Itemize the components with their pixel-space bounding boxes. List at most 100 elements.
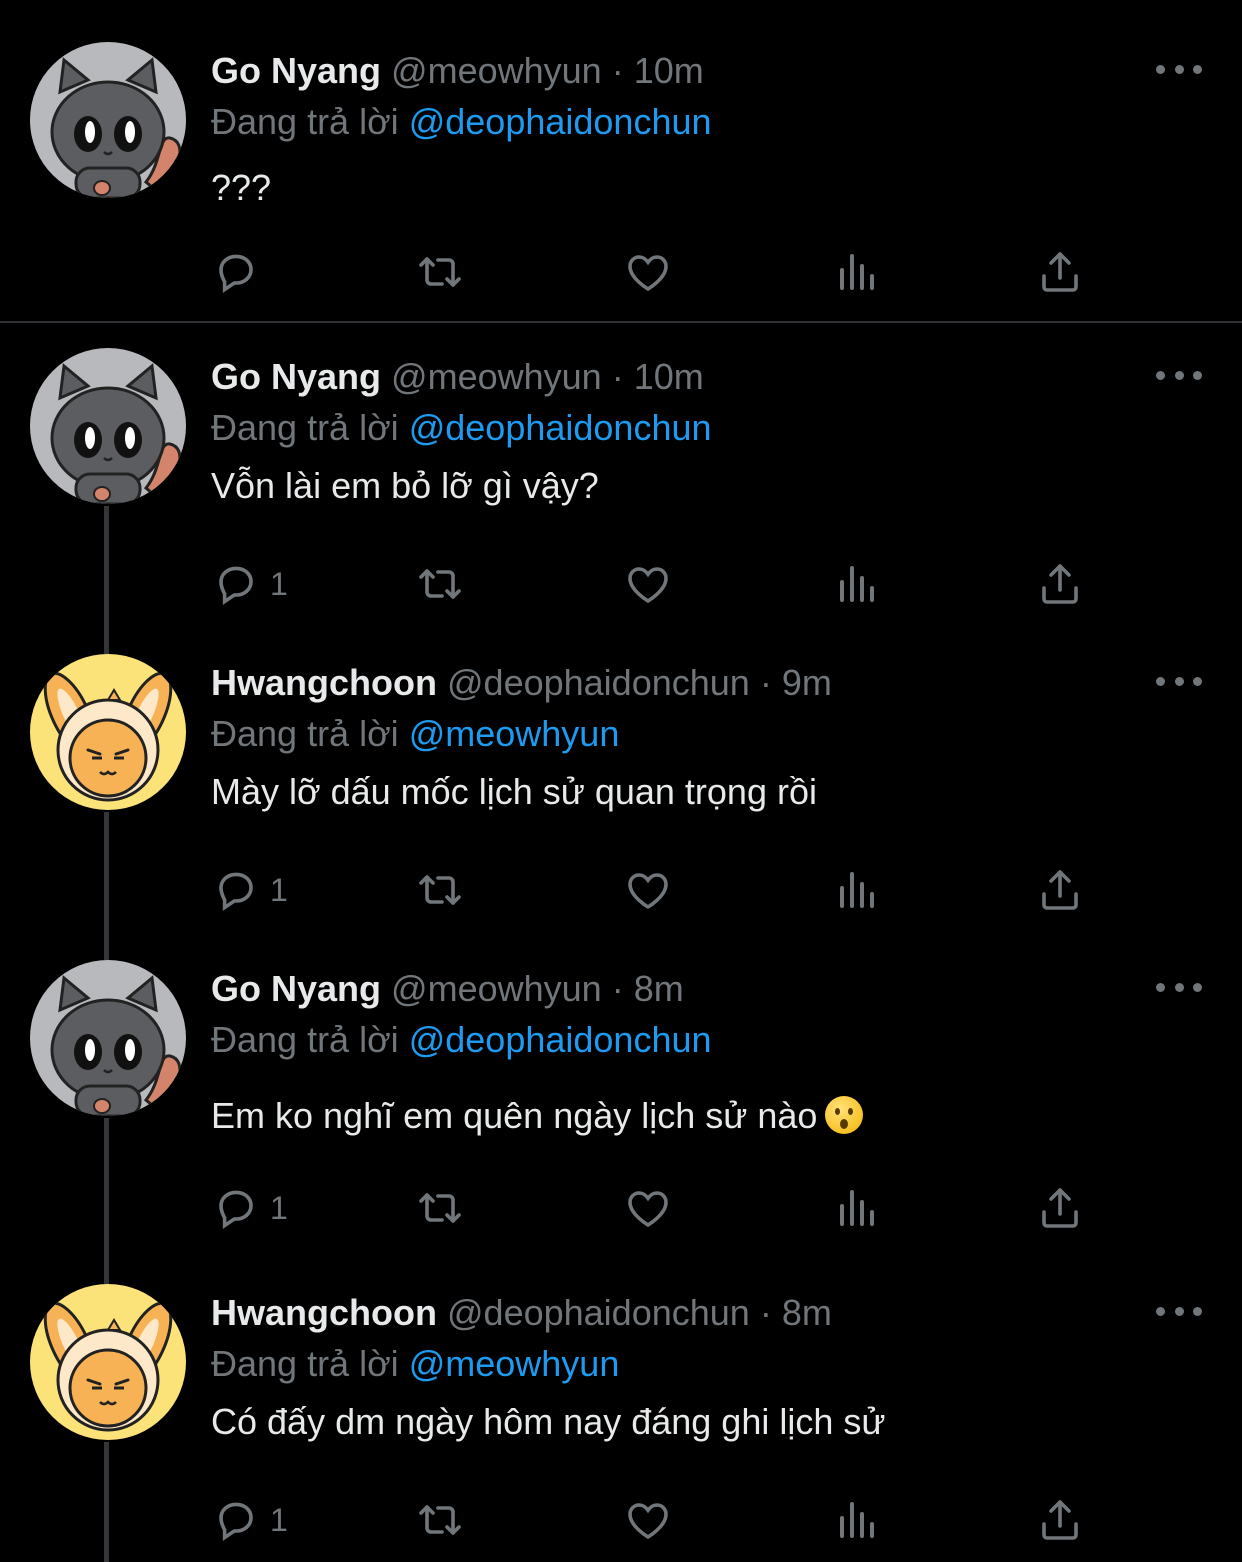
reply-button[interactable] xyxy=(212,248,270,296)
like-button[interactable] xyxy=(624,560,672,608)
replying-to-label: Đang trả lời xyxy=(211,407,399,448)
display-name[interactable]: Hwangchoon xyxy=(211,1292,437,1333)
replying-to-label: Đang trả lời xyxy=(211,1343,399,1384)
handle[interactable]: @meowhyun xyxy=(391,968,602,1009)
views-icon xyxy=(840,254,874,290)
more-icon[interactable] xyxy=(1156,365,1202,385)
display-name[interactable]: Go Nyang xyxy=(211,356,381,397)
views-button[interactable] xyxy=(832,1184,880,1232)
replying-to: Đang trả lời @meowhyun xyxy=(211,712,619,756)
more-icon[interactable] xyxy=(1156,1301,1202,1321)
mention-link[interactable]: @deophaidonchun xyxy=(409,101,712,142)
retweet-icon xyxy=(419,569,461,599)
handle[interactable]: @meowhyun xyxy=(391,356,602,397)
handle[interactable]: @deophaidonchun xyxy=(447,662,750,703)
replying-to: Đang trả lời @deophaidonchun xyxy=(211,1018,712,1062)
tweet-header: Go Nyang @meowhyun · 8m xyxy=(211,967,684,1011)
retweet-icon xyxy=(419,257,461,287)
timestamp[interactable]: 10m xyxy=(634,50,704,91)
timestamp[interactable]: 10m xyxy=(634,356,704,397)
retweet-button[interactable] xyxy=(416,1184,464,1232)
more-icon[interactable] xyxy=(1156,977,1202,997)
views-button[interactable] xyxy=(832,560,880,608)
tweet-header: Hwangchoon @deophaidonchun · 8m xyxy=(211,1291,832,1335)
reply-icon xyxy=(219,254,253,294)
thread-line xyxy=(104,812,109,960)
tweet-header: Go Nyang @meowhyun · 10m xyxy=(211,355,704,399)
avatar[interactable] xyxy=(30,348,186,504)
hushed-face-emoji-icon xyxy=(825,1096,864,1134)
handle[interactable]: @meowhyun xyxy=(391,50,602,91)
replying-to: Đang trả lời @deophaidonchun xyxy=(211,406,712,450)
retweet-icon xyxy=(419,1505,461,1535)
display-name[interactable]: Go Nyang xyxy=(211,968,381,1009)
views-icon xyxy=(840,566,874,602)
retweet-button[interactable] xyxy=(416,248,464,296)
views-button[interactable] xyxy=(832,866,880,914)
retweet-icon xyxy=(419,1193,461,1223)
avatar[interactable] xyxy=(30,1284,186,1440)
share-button[interactable] xyxy=(1036,1496,1084,1544)
avatar[interactable] xyxy=(30,654,186,810)
action-bar: 1 xyxy=(212,560,1092,608)
like-button[interactable] xyxy=(624,248,672,296)
tweet-text-content: Em ko nghĩ em quên ngày lịch sử nào xyxy=(211,1095,818,1136)
tweet-text-content: ??? xyxy=(211,167,272,208)
reply-count: 1 xyxy=(270,565,288,602)
like-button[interactable] xyxy=(624,1496,672,1544)
avatar[interactable] xyxy=(30,960,186,1116)
views-icon xyxy=(840,872,874,908)
tweet-text-content: Có đấy dm ngày hôm nay đáng ghi lịch sử xyxy=(211,1401,886,1442)
reply-count: 1 xyxy=(270,1189,288,1226)
like-icon xyxy=(628,1503,668,1540)
timestamp[interactable]: 8m xyxy=(782,1292,832,1333)
like-button[interactable] xyxy=(624,1184,672,1232)
more-icon[interactable] xyxy=(1156,59,1202,79)
reply-icon xyxy=(219,1190,253,1230)
reply-button[interactable]: 1 xyxy=(212,560,288,608)
timestamp[interactable]: 9m xyxy=(782,662,832,703)
views-icon xyxy=(840,1502,874,1538)
retweet-button[interactable] xyxy=(416,1496,464,1544)
share-button[interactable] xyxy=(1036,560,1084,608)
views-button[interactable] xyxy=(832,1496,880,1544)
tweet-text-content: Vỗn lài em bỏ lỡ gì vậy? xyxy=(211,465,599,506)
tweet-text: Vỗn lài em bỏ lỡ gì vậy? xyxy=(211,464,599,508)
mention-link[interactable]: @deophaidonchun xyxy=(409,1019,712,1060)
like-button[interactable] xyxy=(624,866,672,914)
share-icon xyxy=(1042,1188,1078,1228)
display-name[interactable]: Go Nyang xyxy=(211,50,381,91)
separator: · xyxy=(611,968,624,1009)
separator: · xyxy=(759,662,772,703)
share-button[interactable] xyxy=(1036,248,1084,296)
reply-count: 1 xyxy=(270,871,288,908)
like-icon xyxy=(628,255,668,292)
tweet-header: Hwangchoon @deophaidonchun · 9m xyxy=(211,661,832,705)
reply-button[interactable]: 1 xyxy=(212,866,288,914)
display-name[interactable]: Hwangchoon xyxy=(211,662,437,703)
reply-button[interactable]: 1 xyxy=(212,1496,288,1544)
tweet-text: Em ko nghĩ em quên ngày lịch sử nào xyxy=(211,1094,864,1138)
mention-link[interactable]: @meowhyun xyxy=(409,1343,620,1384)
handle[interactable]: @deophaidonchun xyxy=(447,1292,750,1333)
retweet-button[interactable] xyxy=(416,560,464,608)
share-icon xyxy=(1042,1500,1078,1540)
share-icon xyxy=(1042,564,1078,604)
tweet-text: Có đấy dm ngày hôm nay đáng ghi lịch sử xyxy=(211,1400,885,1444)
like-icon xyxy=(628,567,668,604)
timestamp[interactable]: 8m xyxy=(634,968,684,1009)
reply-count: 1 xyxy=(270,1501,288,1538)
mention-link[interactable]: @deophaidonchun xyxy=(409,407,712,448)
share-button[interactable] xyxy=(1036,1184,1084,1232)
thread-line xyxy=(104,506,109,654)
tweet-header: Go Nyang @meowhyun · 10m xyxy=(211,49,704,93)
reply-button[interactable]: 1 xyxy=(212,1184,288,1232)
views-button[interactable] xyxy=(832,248,880,296)
reply-icon xyxy=(219,1502,253,1542)
avatar[interactable] xyxy=(30,42,186,198)
mention-link[interactable]: @meowhyun xyxy=(409,713,620,754)
share-button[interactable] xyxy=(1036,866,1084,914)
retweet-button[interactable] xyxy=(416,866,464,914)
more-icon[interactable] xyxy=(1156,671,1202,691)
replying-to-label: Đang trả lời xyxy=(211,713,399,754)
